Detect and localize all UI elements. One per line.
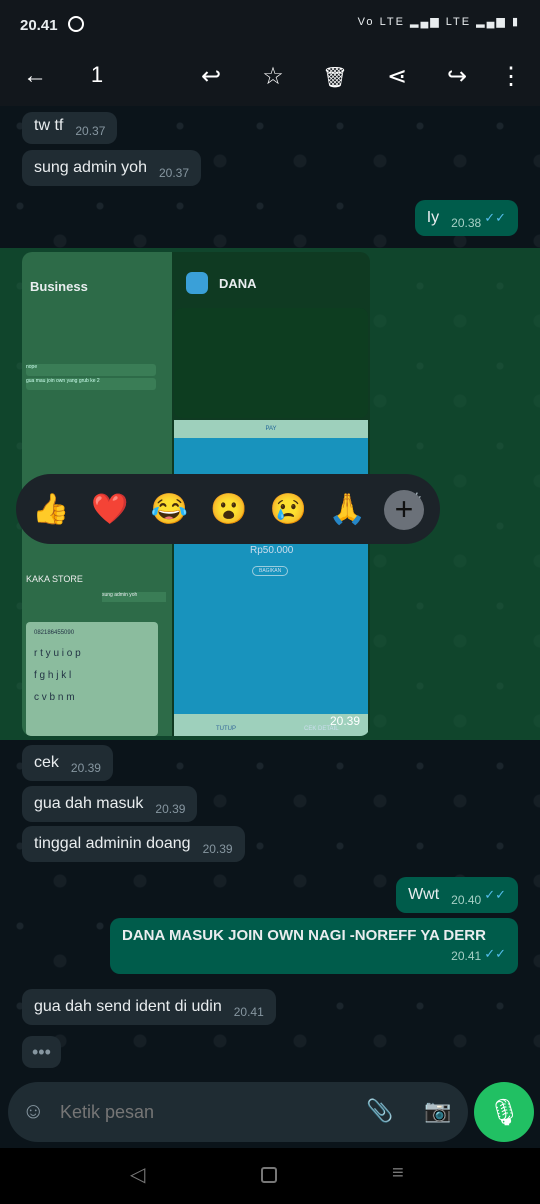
image-text: KAKA STORE — [26, 574, 83, 584]
signal-battery-icons: Vo LTE ▂▄▆ LTE ▂▄▆ ▮ — [357, 16, 520, 28]
selection-toolbar: ← 1 ↩ ☆ 🗑 ⋖ ↪ ⋮ — [0, 50, 540, 106]
message-bubble[interactable]: tinggal adminin doang 20.39 — [22, 826, 245, 862]
back-icon[interactable]: ← — [18, 62, 52, 90]
composer: ☺ 📎 📷 — [8, 1082, 468, 1142]
reaction-sad[interactable]: 😢 — [269, 492, 306, 527]
nav-back-icon[interactable]: ◁ — [130, 1162, 145, 1187]
image-text: TUTUP — [216, 726, 236, 732]
message-text: Wwt — [408, 886, 440, 903]
nav-menu-icon[interactable]: ≡ — [392, 1162, 404, 1185]
reaction-pray[interactable]: 🙏 — [329, 492, 366, 527]
message-time: 20.40 — [451, 893, 482, 907]
message-bubble[interactable]: tw tf 20.37 — [22, 112, 118, 144]
image-text: Business — [30, 279, 88, 294]
message-text: tinggal adminin doang — [34, 835, 191, 852]
sticker-icon[interactable]: ☺ — [22, 1098, 44, 1124]
message-time: 20.37 — [158, 166, 189, 180]
message-bubble[interactable]: gua dah send ident di udin 20.41 — [22, 989, 276, 1025]
forward-icon[interactable]: ↪ — [440, 62, 474, 91]
mic-button[interactable]: 🎙 — [474, 1082, 534, 1142]
message-text: DANA MASUK JOIN OWN NAGI -NOREFF YA DERR — [122, 927, 486, 944]
message-text: tw tf — [34, 117, 64, 134]
message-input[interactable] — [60, 1096, 350, 1128]
nav-home-icon[interactable] — [261, 1167, 277, 1183]
message-text: gua dah masuk — [34, 795, 144, 812]
reaction-heart[interactable]: ❤️ — [91, 492, 128, 527]
message-text: Iy — [426, 209, 440, 226]
message-text: cek — [34, 754, 59, 771]
reply-icon[interactable]: ↩ — [194, 62, 228, 91]
message-time: 20.41 — [233, 1005, 264, 1019]
camera-icon[interactable]: 📷 — [424, 1098, 451, 1124]
message-bubble[interactable]: gua dah masuk 20.39 — [22, 786, 198, 822]
delete-icon[interactable]: 🗑 — [318, 65, 352, 90]
more-reactions-button[interactable]: + — [384, 490, 424, 530]
mic-icon: 🎙 — [487, 1097, 521, 1127]
message-time: 20.39 — [329, 714, 360, 728]
reaction-picker: 👍 ❤️ 😂 😮 😢 🙏 👏 + — [16, 474, 440, 544]
message-time: 20.37 — [75, 124, 106, 138]
dana-logo-icon — [186, 272, 208, 294]
image-keyboard: 082186455090 r t y u i o pf g h j k lc v … — [26, 622, 158, 736]
message-text: gua dah send ident di udin — [34, 998, 222, 1015]
attach-icon[interactable]: 📎 — [366, 1098, 393, 1124]
typing-indicator: ••• — [22, 1036, 61, 1068]
reaction-laugh[interactable]: 😂 — [151, 492, 188, 527]
message-bubble[interactable]: sung admin yoh 20.37 — [22, 150, 201, 186]
image-text: Rp50.000 — [250, 545, 294, 556]
read-ticks-icon: ✓✓ — [484, 210, 506, 225]
status-bar: 20.41 Vo LTE ▂▄▆ LTE ▂▄▆ ▮ — [0, 0, 540, 50]
message-text: sung admin yoh — [34, 159, 147, 176]
message-bubble[interactable]: Wwt 20.40 ✓✓ — [396, 877, 518, 913]
image-text: sung admin yoh — [102, 592, 166, 602]
image-text: DANA — [219, 276, 257, 291]
navigation-bar: ◁ ≡ — [0, 1148, 540, 1204]
image-text: PAY — [174, 420, 368, 438]
image-text: nope — [26, 364, 156, 376]
star-icon[interactable]: ☆ — [256, 62, 290, 91]
more-options-icon[interactable]: ⋮ — [494, 62, 528, 91]
reaction-thumbs-up[interactable]: 👍 — [32, 492, 69, 527]
message-bubble[interactable]: cek 20.39 — [22, 745, 113, 781]
selected-count: 1 — [90, 62, 104, 87]
message-time: 20.39 — [202, 842, 233, 856]
message-bubble[interactable]: Iy 20.38 ✓✓ — [414, 200, 518, 236]
status-time: 20.41 — [20, 17, 58, 34]
message-time: 20.38 — [451, 216, 482, 230]
message-time: 20.41 — [451, 949, 482, 963]
image-text: BAGIKAN — [252, 566, 289, 576]
reaction-surprised[interactable]: 😮 — [210, 492, 247, 527]
message-time: 20.39 — [70, 761, 101, 775]
read-ticks-icon: ✓✓ — [484, 946, 506, 961]
message-bubble[interactable]: DANA MASUK JOIN OWN NAGI -NOREFF YA DERR… — [110, 918, 518, 974]
message-time: 20.39 — [155, 802, 186, 816]
image-text: gua mau join own yang grub ke 2 — [26, 378, 156, 390]
share-icon[interactable]: ⋖ — [380, 62, 414, 91]
whatsapp-icon — [68, 16, 84, 32]
read-ticks-icon: ✓✓ — [484, 887, 506, 902]
